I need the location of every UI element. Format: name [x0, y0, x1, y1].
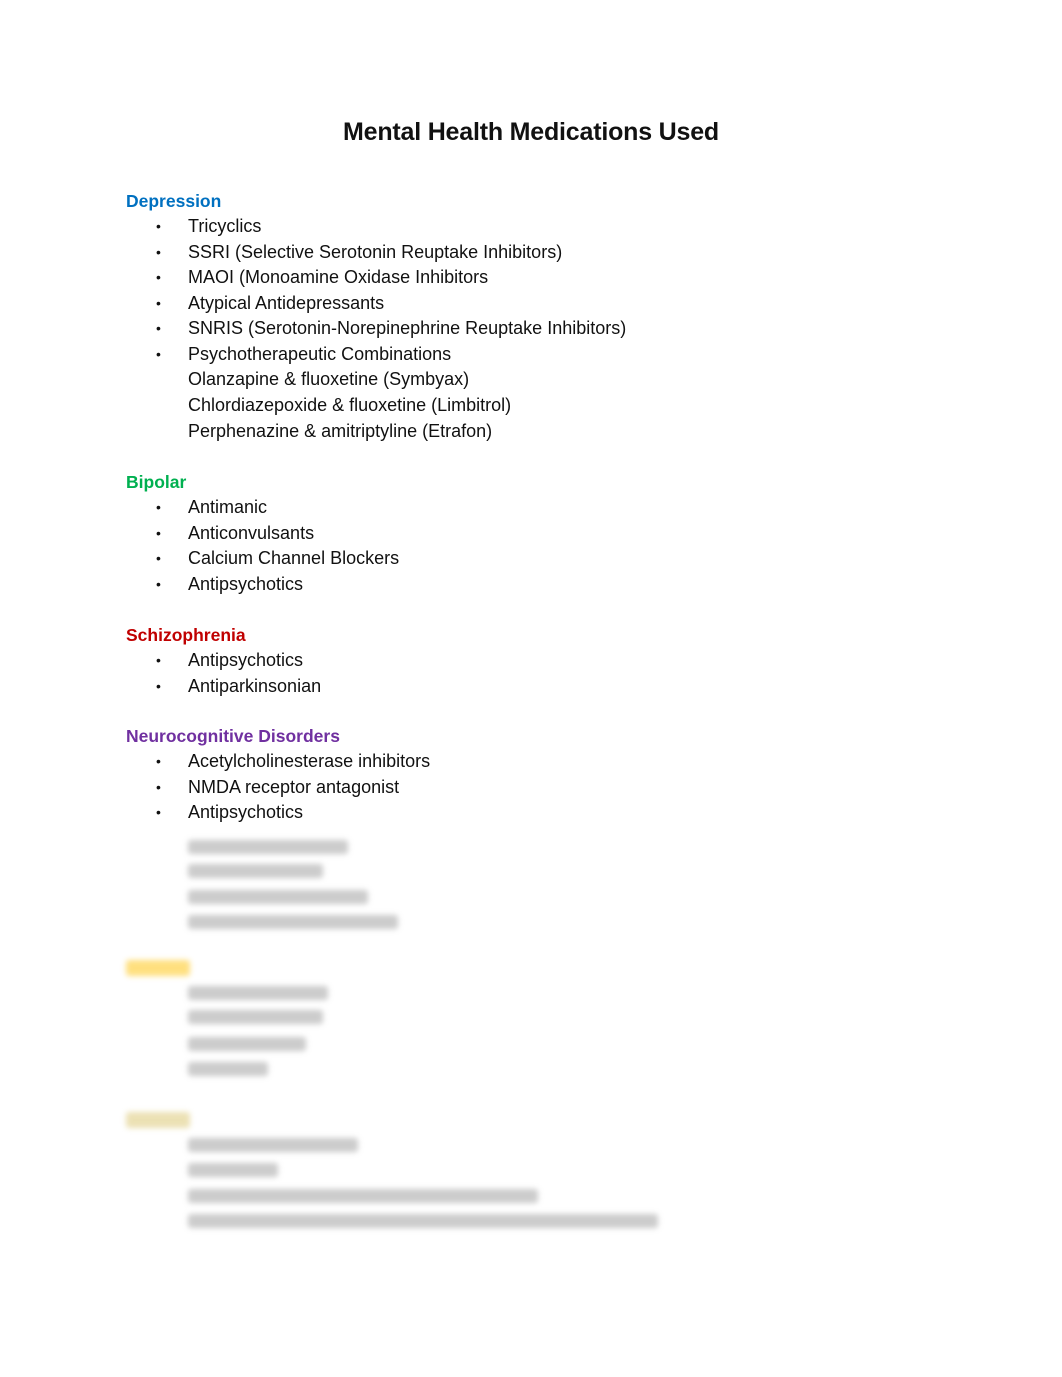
item-text: SNRIS (Serotonin-Norepinephrine Reuptake… — [188, 318, 627, 338]
list-item: • Antimanic — [126, 495, 399, 521]
section-schizophrenia: Schizophrenia • Antipsychotics • Antiparki… — [126, 623, 321, 699]
list-item: • Atypical Antidepressants — [126, 291, 626, 317]
item-text: Tricyclics — [188, 216, 262, 236]
list-item: • NMDA receptor antagonist — [126, 775, 430, 801]
item-text: MAOI (Monoamine Oxidase Inhibitors — [188, 267, 489, 287]
document-title: Mental Health Medications Used — [342, 118, 720, 146]
blurred-line — [188, 840, 348, 854]
bullet-icon: • — [156, 320, 161, 336]
medication-list: • Antimanic • Anticonvulsants • Calcium Cha… — [126, 495, 399, 597]
section-heading: Bipolar — [126, 472, 187, 492]
item-text: SSRI (Selective Serotonin Reuptake Inhib… — [188, 241, 563, 262]
blurred-content-preview — [110, 830, 710, 1240]
bullet-icon: • — [156, 499, 161, 515]
list-item: • Acetylcholinesterase inhibitors — [126, 749, 430, 775]
list-item: • SNRIS (Serotonin-Norepinephrine Reuptak… — [126, 316, 626, 342]
bullet-icon: • — [156, 753, 161, 769]
item-text: Atypical Antidepressants — [188, 292, 385, 313]
item-text: Acetylcholinesterase inhibitors — [188, 751, 431, 771]
item-text: Chlordiazepoxide & fluoxetine (Limbitrol… — [188, 395, 512, 415]
list-item: • Antipsychotics — [126, 800, 430, 826]
bullet-icon: • — [156, 575, 161, 592]
bullet-icon: • — [156, 550, 161, 566]
blurred-line — [188, 890, 368, 904]
item-text: Psychotherapeutic Combinations — [188, 343, 452, 364]
blurred-line — [188, 1214, 658, 1228]
medication-list: • Acetylcholinesterase inhibitors • NMDA r… — [126, 749, 430, 826]
list-item: • Psychotherapeutic Combinations — [126, 342, 626, 368]
sub-item: Chlordiazepoxide & fluoxetine (Limbitrol… — [126, 393, 626, 419]
sub-item: Perphenazine & amitriptyline (Etrafon) — [126, 419, 626, 445]
blurred-line — [188, 1189, 538, 1203]
list-item: • Tricyclics — [126, 214, 626, 240]
medication-list: • Tricyclics • SSRI (Selective Serotonin R… — [126, 214, 626, 445]
list-item: • MAOI (Monoamine Oxidase Inhibitors — [126, 265, 626, 291]
list-item: • Antipsychotics — [126, 648, 321, 674]
medication-list: • Antipsychotics • Antiparkinsonian — [126, 648, 321, 699]
item-text: Antipsychotics — [188, 573, 304, 594]
blurred-line — [188, 1062, 268, 1076]
list-item: • SSRI (Selective Serotonin Reuptake Inhi… — [126, 240, 626, 266]
bullet-icon: • — [156, 524, 161, 541]
section-heading: Schizophrenia — [126, 625, 246, 645]
blurred-line — [188, 864, 323, 878]
blurred-line — [188, 1138, 358, 1152]
item-text: Antipsychotics — [188, 650, 304, 670]
section-neurocognitive: Neurocognitive Disorders • Acetylcholines… — [126, 724, 430, 826]
bullet-icon: • — [156, 269, 161, 285]
blurred-heading — [126, 960, 190, 976]
bullet-icon: • — [156, 218, 161, 234]
list-item: • Anticonvulsants — [126, 521, 399, 547]
blurred-line — [188, 915, 398, 929]
list-item: • Antipsychotics — [126, 572, 399, 598]
item-text: Antipsychotics — [188, 802, 304, 822]
item-text: NMDA receptor antagonist — [188, 776, 400, 797]
sub-item: Olanzapine & fluoxetine (Symbyax) — [126, 367, 626, 393]
item-text: Perphenazine & amitriptyline (Etrafon) — [188, 421, 493, 441]
bullet-icon: • — [156, 294, 161, 311]
bullet-icon: • — [156, 677, 161, 694]
section-bipolar: Bipolar • Antimanic • Anticonvulsants • Cal… — [126, 470, 399, 597]
bullet-icon: • — [156, 345, 161, 362]
section-depression: Depression • Tricyclics • SSRI (Selective … — [126, 189, 626, 445]
blurred-line — [188, 1163, 278, 1177]
section-heading: Depression — [126, 191, 222, 211]
bullet-icon: • — [156, 778, 161, 795]
list-item: • Calcium Channel Blockers — [126, 546, 399, 572]
blurred-line — [188, 1037, 306, 1051]
blurred-line — [188, 1010, 323, 1024]
item-text: Olanzapine & fluoxetine (Symbyax) — [188, 369, 470, 389]
blurred-line — [188, 986, 328, 1000]
bullet-icon: • — [156, 804, 161, 820]
blurred-heading — [126, 1112, 190, 1128]
section-heading: Neurocognitive Disorders — [126, 726, 340, 746]
item-text: Anticonvulsants — [188, 522, 315, 543]
item-text: Calcium Channel Blockers — [188, 548, 400, 568]
item-text: Antimanic — [188, 497, 268, 517]
list-item: • Antiparkinsonian — [126, 674, 321, 700]
bullet-icon: • — [156, 652, 161, 668]
bullet-icon: • — [156, 243, 161, 260]
item-text: Antiparkinsonian — [188, 675, 322, 696]
